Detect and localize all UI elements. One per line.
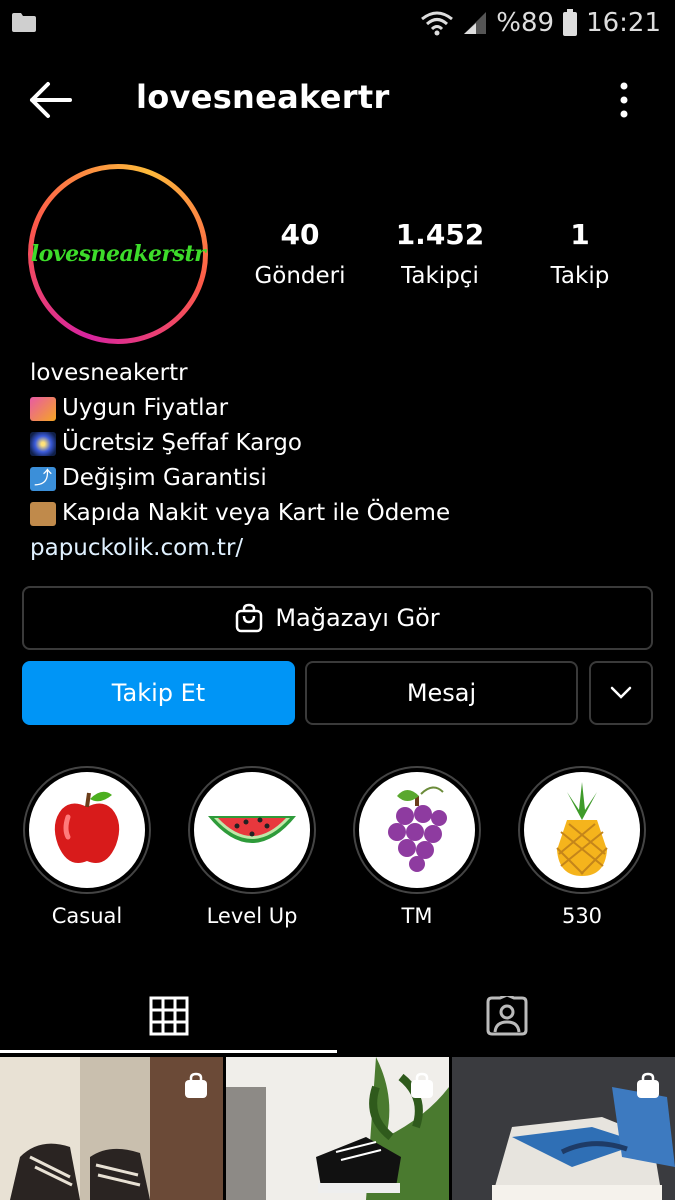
tab-tagged[interactable] — [338, 978, 675, 1054]
folder-icon — [12, 13, 36, 32]
highlight-ring — [23, 766, 151, 894]
highlight-item[interactable]: 530 — [517, 766, 647, 928]
post-thumbnail[interactable] — [226, 1057, 449, 1200]
message-label: Mesaj — [406, 679, 477, 707]
tab-posts-grid[interactable] — [0, 978, 337, 1054]
tagged-person-icon — [486, 996, 527, 1036]
stat-following-label: Takip — [550, 263, 610, 289]
stat-posts-label: Gönderi — [254, 263, 346, 289]
shopping-bag-icon — [236, 603, 263, 633]
active-tab-indicator — [0, 1050, 337, 1053]
view-shop-label: Mağazayı Gör — [275, 604, 440, 632]
avatar-logo-text: lovesneakerstr — [30, 241, 206, 267]
apple-icon — [54, 791, 120, 863]
follow-label: Takip Et — [111, 679, 206, 707]
shopping-bag-icon — [185, 1072, 207, 1098]
battery-icon — [563, 9, 578, 36]
shopping-bag-icon — [411, 1072, 433, 1098]
bio-line-text: Uygun Fiyatlar — [62, 395, 229, 421]
view-shop-button[interactable]: Mağazayı Gör — [22, 586, 653, 650]
post-thumbnail[interactable] — [452, 1057, 675, 1200]
stat-followers-count: 1.452 — [395, 218, 485, 251]
bio-line: Uygun Fiyatlar — [30, 391, 450, 426]
grapes-icon — [388, 786, 447, 872]
highlight-ring — [353, 766, 481, 894]
header-username: lovesneakertr — [136, 78, 390, 116]
battery-percent: %89 — [496, 8, 555, 38]
suggested-dropdown-button[interactable] — [589, 661, 653, 725]
profile-stats: 40 Gönderi 1.452 Takipçi 1 Takip — [230, 218, 650, 289]
highlight-label: TM — [401, 904, 433, 928]
highlight-cover — [194, 772, 310, 888]
fireworks-icon — [30, 431, 56, 456]
wifi-icon — [421, 11, 454, 36]
bio-line-text: Ücretsiz Şeffaf Kargo — [62, 430, 302, 456]
avatar-image: lovesneakerstr — [30, 169, 206, 339]
bio-line-text: Değişim Garantisi — [62, 465, 267, 491]
more-options-icon[interactable] — [617, 80, 631, 120]
highlight-item[interactable]: Level Up — [187, 766, 317, 928]
signal-icon — [464, 12, 487, 34]
highlight-ring — [518, 766, 646, 894]
chevron-down-icon — [610, 686, 632, 699]
highlight-item[interactable]: Casual — [22, 766, 152, 928]
stat-following-count: 1 — [570, 218, 590, 251]
message-button[interactable]: Mesaj — [305, 661, 578, 725]
bio-line: Ücretsiz Şeffaf Kargo — [30, 426, 450, 461]
watermelon-icon — [208, 816, 296, 843]
bio-line-text: Kapıda Nakit veya Kart ile Ödeme — [62, 500, 451, 526]
follow-button[interactable]: Takip Et — [22, 661, 295, 725]
bio-name: lovesneakertr — [30, 360, 188, 386]
profile-tabs — [0, 978, 675, 1054]
bio-website-link[interactable]: papuckolik.com.tr/ — [30, 531, 450, 566]
post-thumbnail[interactable] — [0, 1057, 223, 1200]
return-arrow-icon: ⤴ — [30, 466, 56, 491]
package-icon — [30, 501, 56, 526]
stat-followers-label: Takipçi — [401, 263, 479, 289]
stat-followers[interactable]: 1.452 Takipçi — [370, 218, 510, 289]
back-arrow-icon[interactable] — [26, 78, 78, 122]
highlight-ring — [188, 766, 316, 894]
posts-grid — [0, 1057, 675, 1200]
stat-posts[interactable]: 40 Gönderi — [230, 218, 370, 289]
grid-icon — [149, 996, 188, 1036]
highlight-label: Casual — [51, 904, 123, 928]
story-highlights: Casual Level Up TM 530 — [0, 766, 675, 936]
bio-line: ⤴ Değişim Garantisi — [30, 461, 450, 496]
highlight-cover — [359, 772, 475, 888]
pineapple-icon — [556, 782, 608, 876]
shopping-bag-icon — [637, 1072, 659, 1098]
stat-following[interactable]: 1 Takip — [510, 218, 650, 289]
profile-header: lovesneakertr — [0, 60, 675, 140]
clock: 16:21 — [586, 8, 661, 38]
highlight-label: Level Up — [206, 904, 298, 928]
profile-avatar[interactable]: lovesneakerstr — [28, 164, 208, 344]
status-bar: %89 16:21 — [0, 0, 675, 46]
highlight-item[interactable]: TM — [352, 766, 482, 928]
highlight-cover — [524, 772, 640, 888]
highlight-label: 530 — [561, 904, 603, 928]
stat-posts-count: 40 — [280, 218, 320, 251]
shopping-bags-icon — [30, 396, 56, 421]
highlight-cover — [29, 772, 145, 888]
profile-bio: lovesneakertr Uygun Fiyatlar Ücretsiz Şe… — [30, 356, 450, 566]
bio-line: Kapıda Nakit veya Kart ile Ödeme — [30, 496, 450, 531]
